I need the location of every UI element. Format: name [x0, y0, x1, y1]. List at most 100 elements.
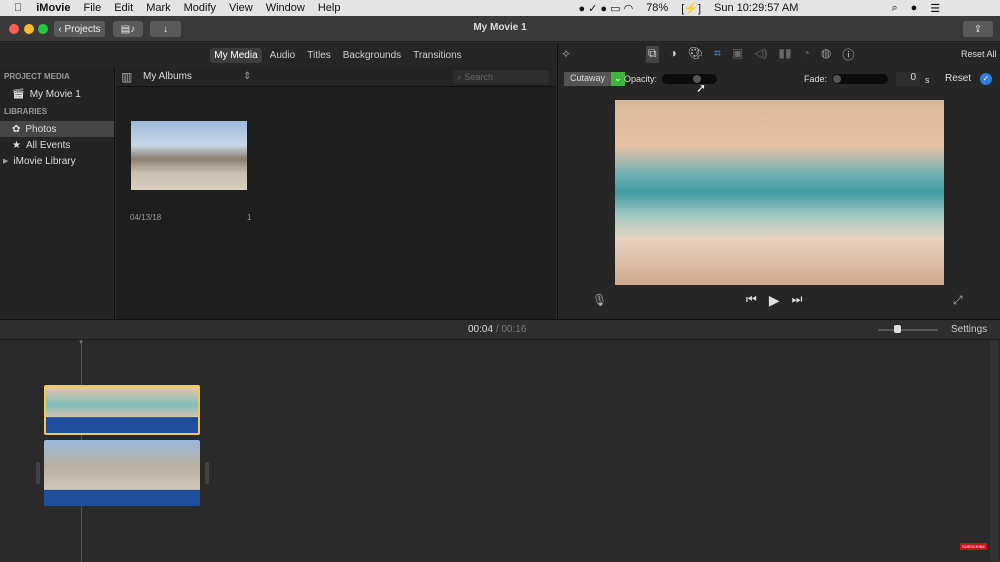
sidebar: PROJECT MEDIA 🎬︎ My Movie 1 LIBRARIES ✿ Ph… [0, 67, 115, 319]
fade-slider[interactable] [832, 74, 888, 84]
menu-edit[interactable]: Edit [114, 2, 133, 14]
menu-mark[interactable]: Mark [146, 2, 170, 14]
overlay-mode-label: Cutaway [564, 72, 612, 86]
magic-wand-icon[interactable]: ✧ [561, 47, 571, 61]
sidebar-item-imovie-library[interactable]: ▶ iMovie Library [0, 153, 114, 169]
libraries-header: LIBRARIES [4, 107, 48, 116]
apple-icon[interactable]:  [14, 2, 22, 14]
search-placeholder: Search [464, 72, 494, 82]
media-thumbnail[interactable] [131, 121, 247, 190]
album-select[interactable]: My Albums ⇕ [143, 71, 253, 82]
sidebar-toggle-icon[interactable]: ▥ [121, 70, 132, 84]
clapboard-icon: 🎬︎ [12, 88, 25, 100]
tab-transitions[interactable]: Transitions [409, 48, 466, 63]
menu-view[interactable]: View [229, 2, 253, 14]
total-time: 00:16 [501, 324, 527, 335]
library-label: iMovie Library [13, 155, 76, 167]
opacity-slider[interactable] [662, 74, 717, 84]
photos-label: Photos [25, 123, 57, 135]
color-palette-icon[interactable]: 🎨︎ [688, 46, 703, 63]
clip-trim-handle-right[interactable] [205, 462, 209, 484]
menu-app[interactable]: iMovie [36, 2, 70, 14]
fade-duration-input[interactable]: 0 [896, 72, 920, 86]
photos-icon: ✿ [12, 123, 21, 135]
speed-icon[interactable]: ◔ [803, 46, 810, 63]
apply-checkmark-icon[interactable]: ✓ [980, 73, 992, 85]
menu-help[interactable]: Help [318, 2, 341, 14]
disclosure-triangle-icon: ▶ [3, 158, 9, 165]
video-overlay-icon[interactable]: ⧉ [646, 46, 659, 63]
updown-chevron-icon: ⇕ [243, 71, 252, 82]
tab-backgrounds[interactable]: Backgrounds [339, 48, 405, 63]
album-select-label: My Albums [143, 71, 192, 82]
clip-trim-handle-left[interactable] [36, 462, 40, 484]
equalizer-icon[interactable]: ▮▮ [778, 46, 791, 63]
window-title: My Movie 1 [473, 22, 527, 33]
time-separator: / [495, 324, 499, 335]
battery-percent[interactable]: 78% [646, 2, 668, 14]
opacity-label: Opacity: [624, 74, 658, 84]
skip-forward-icon[interactable]: ⏭︎ [792, 292, 803, 309]
timeline-scrollbar[interactable] [990, 340, 998, 562]
menu-file[interactable]: File [83, 2, 101, 14]
status-icons: ● ✓ ● ▭ ◠ [570, 2, 633, 15]
share-icon: ⇪ [973, 23, 983, 35]
menu-window[interactable]: Window [266, 2, 305, 14]
current-time: 00:04 [468, 324, 494, 335]
subscribe-badge: SUBSCRIBE [960, 543, 988, 550]
menu-modify[interactable]: Modify [184, 2, 216, 14]
tab-audio[interactable]: Audio [266, 48, 300, 63]
search-icon[interactable]: ⌕ [891, 2, 897, 15]
timeline-toolbar: 00:04 / 00:16 Settings [0, 319, 1000, 340]
sidebar-item-project[interactable]: 🎬︎ My Movie 1 [0, 86, 114, 102]
all-events-label: All Events [25, 139, 71, 151]
main-clip[interactable] [44, 440, 200, 506]
color-balance-icon[interactable]: ◑ [670, 46, 677, 63]
menu-bar:  iMovie File Edit Mark Modify View Wind… [0, 0, 1000, 16]
media-tabs: My Media Audio Titles Backgrounds Transi… [0, 43, 556, 67]
project-media-header: PROJECT MEDIA [4, 72, 70, 81]
search-icon: ⌕ [457, 72, 465, 82]
fade-unit: s [925, 75, 930, 85]
crop-icon[interactable]: ⌗ [714, 46, 721, 63]
timeline: ▼ SUBSCRIBE [0, 340, 1000, 562]
sidebar-item-all-events[interactable]: ★ All Events [0, 137, 114, 153]
timeline-zoom-slider[interactable] [878, 325, 938, 333]
search-input[interactable]: ⌕ Search [453, 70, 549, 84]
clip-filter-icon[interactable]: ◍ [821, 46, 831, 63]
chevron-down-icon: ⌄ [611, 72, 625, 86]
sidebar-item-photos[interactable]: ✿ Photos [0, 121, 114, 137]
playhead-time: 00:04 / 00:16 [468, 324, 526, 335]
skip-back-icon[interactable]: ⏮︎ [746, 292, 757, 309]
volume-icon[interactable]: ◁) [754, 46, 767, 63]
zoom-slider-knob[interactable] [893, 325, 901, 333]
notification-center-icon[interactable]: ☰ [930, 2, 940, 15]
fade-slider-knob[interactable] [833, 75, 841, 83]
project-label: My Movie 1 [29, 88, 81, 100]
share-button[interactable]: ⇪ [963, 21, 993, 37]
play-icon[interactable]: ▶ [769, 292, 780, 309]
media-count: 1 [247, 213, 252, 222]
timeline-settings-button[interactable]: Settings [951, 324, 987, 335]
reset-all-button[interactable]: Reset All [961, 49, 997, 59]
microphone-icon[interactable]: 🎙︎ [592, 293, 607, 307]
stabilization-icon[interactable]: ▣ [732, 46, 743, 63]
siri-icon[interactable]: ● [911, 2, 918, 14]
fade-label: Fade: [804, 74, 828, 84]
info-icon[interactable]: ⓘ [842, 46, 854, 63]
battery-icon: [⚡] [672, 2, 701, 15]
overlay-clip[interactable] [44, 385, 200, 435]
overlay-mode-select[interactable]: Cutaway ⌄ [564, 72, 625, 86]
media-browser: ▥ My Albums ⇕ ⌕ Search 04/13/18 1 [116, 67, 556, 319]
fullscreen-icon[interactable]: ⤢ [953, 293, 963, 308]
playhead-marker-icon: ▼ [78, 340, 84, 346]
tab-titles[interactable]: Titles [303, 48, 335, 63]
tab-my-media[interactable]: My Media [210, 47, 262, 63]
mouse-cursor-icon: ➚ [696, 81, 707, 95]
video-preview[interactable] [615, 100, 944, 285]
title-bar: ‹ Projects ▤♪ ↓ My Movie 1 ⇪ [0, 16, 1000, 42]
star-icon: ★ [12, 139, 21, 151]
viewer-panel: ✧ ⧉ ◑ 🎨︎ ⌗ ▣ ◁) ▮▮ ◔ ◍ ⓘ Reset All Cutaw… [557, 43, 1000, 319]
clock[interactable]: Sun 10:29:57 AM [714, 2, 798, 14]
reset-button[interactable]: Reset [945, 73, 971, 84]
